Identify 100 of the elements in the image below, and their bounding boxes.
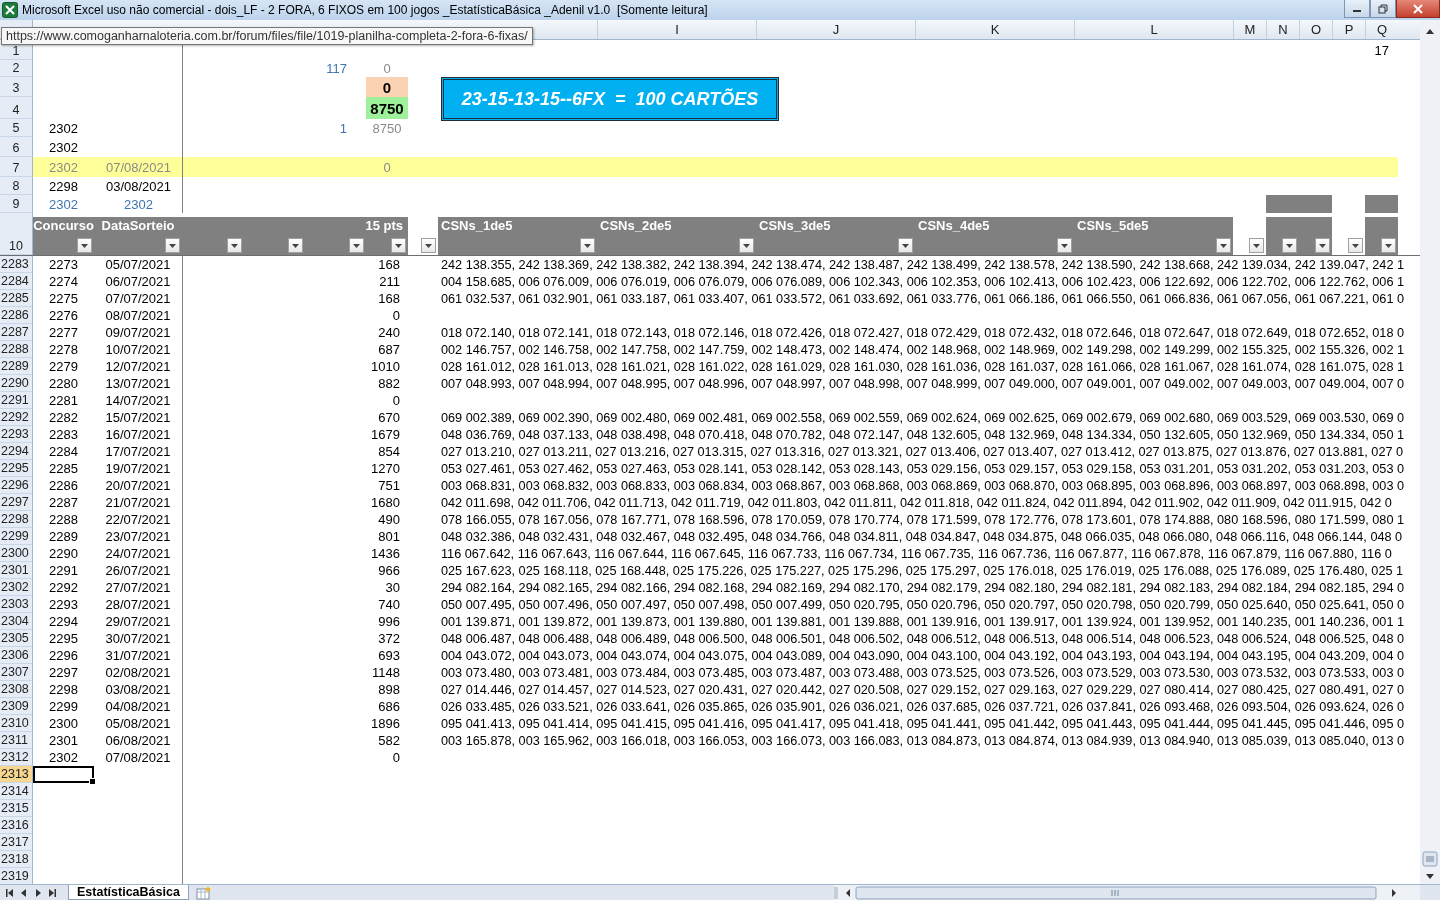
table-cell-text: 2280 (48, 375, 79, 392)
table-cell-text: 2301 (48, 732, 79, 749)
table-cell: 05/08/2021 (94, 715, 183, 732)
table-cell: 07/08/2021 (94, 749, 183, 766)
table-cell-text: 003 073.480, 003 073.481, 003 073.484, 003 073.485, 003 073.487, 003 073.488, 003 073.525, 003 073.526, 003 073.529, 003 073.530, 003 073.532, 003 073.533, 003 0 (440, 664, 1406, 681)
table-cell-text: 240 (377, 324, 401, 341)
formula-banner: 23-15-13-15--6FX = 100 CARTÕES (441, 77, 779, 121)
table-cell-text: 2297 (48, 664, 79, 681)
table-cell-text: 027 014.446, 027 014.457, 027 014.523, 027 020.431, 027 020.442, 027 020.508, 027 029.152, 027 029.163, 027 029.229, 027 080.414, 027 080.425, 027 080.491, 027 0 (440, 681, 1406, 698)
table-cell-text: 003 068.831, 003 068.832, 003 068.833, 003 068.834, 003 068.867, 003 068.868, 003 068.869, 003 068.870, 003 068.895, 003 068.896, 003 068.897, 003 068.898, 003 0 (440, 477, 1406, 494)
table-cell-text: 2302 (123, 195, 154, 213)
table-cell-text: 2302 (48, 138, 79, 157)
table-cell: 07/07/2021 (94, 290, 183, 307)
table-cell-text: 898 (377, 681, 401, 698)
table-cell-text: 2282 (48, 409, 79, 426)
table-cell: 24/07/2021 (94, 545, 183, 562)
table-cell-text: 004 043.072, 004 043.073, 004 043.074, 004 043.075, 004 043.089, 004 043.090, 004 043.100, 004 043.192, 004 043.193, 004 043.194, 004 043.195, 004 043.209, 004 0 (440, 647, 1406, 664)
table-cell-text: 018 072.140, 018 072.141, 018 072.143, 018 072.146, 018 072.426, 018 072.427, 018 072.429, 018 072.432, 018 072.646, 018 072.647, 018 072.649, 018 072.652, 018 0 (440, 324, 1406, 341)
table-cell-text: 1010 (370, 358, 401, 375)
table-cell-text: 001 139.871, 001 139.872, 001 139.873, 001 139.880, 001 139.881, 001 139.888, 001 139.916, 001 139.917, 001 139.924, 001 139.952, 001 140.235, 001 140.236, 001 1 (440, 613, 1406, 630)
table-cell-text: 2300 (48, 715, 79, 732)
header-label: Concurso (33, 218, 94, 233)
table-cell-text: 0 (391, 749, 401, 766)
table-cell-text: 003 165.878, 003 165.962, 003 166.018, 003 166.053, 003 166.073, 003 166.083, 013 084.873, 013 084.874, 013 084.939, 013 084.940, 013 085.039, 013 085.040, 013 0 (440, 732, 1406, 749)
table-cell-text: 027 013.210, 027 013.211, 027 013.216, 027 013.315, 027 013.316, 027 013.321, 027 013.406, 027 013.407, 027 013.412, 027 013.875, 027 013.876, 027 013.881, 027 0 (440, 443, 1405, 460)
table-cell: 21/07/2021 (94, 494, 183, 511)
table-cell-text: 117 (325, 60, 348, 77)
table-cell-text: 670 (377, 409, 401, 426)
table-cell-text: 242 138.355, 242 138.369, 242 138.382, 242 138.394, 242 138.474, 242 138.487, 242 138.499, 242 138.578, 242 138.590, 242 138.668, 242 139.034, 242 139.047, 242 1 (440, 256, 1406, 273)
table-cell: 29/07/2021 (94, 613, 183, 630)
table-cell-text: 2296 (48, 647, 79, 664)
header-label: CSNs_5de5 (1077, 218, 1149, 233)
table-cell: 23/07/2021 (94, 528, 183, 545)
table-cell-text: 048 032.386, 048 032.431, 048 032.467, 048 032.495, 048 034.766, 048 034.811, 048 034.847, 048 034.875, 048 066.035, 048 066.080, 048 066.116, 048 066.144, 048 0 (440, 528, 1404, 545)
table-cell: 08/07/2021 (94, 307, 183, 324)
table-cell-text: 168 (377, 290, 401, 307)
table-cell: 0 (366, 77, 408, 97)
table-cell-text: 095 041.413, 095 041.414, 095 041.415, 095 041.416, 095 041.417, 095 041.418, 095 041.441, 095 041.442, 095 041.443, 095 041.444, 095 041.445, 095 041.446, 095 0 (440, 715, 1406, 732)
table-cell: 13/07/2021 (94, 375, 183, 392)
table-cell-text: 026 033.485, 026 033.521, 026 033.641, 026 035.865, 026 035.901, 026 036.021, 026 037.685, 026 037.721, 026 037.841, 026 093.468, 026 093.504, 026 093.624, 026 0 (440, 698, 1406, 715)
table-cell-text: 048 006.487, 048 006.488, 048 006.489, 048 006.500, 048 006.501, 048 006.502, 048 006.512, 048 006.513, 048 006.514, 048 006.523, 048 006.524, 048 006.525, 048 0 (440, 630, 1406, 647)
table-cell-text: 168 (377, 256, 401, 273)
table-cell-text: 2302 (48, 158, 79, 177)
table-cell-text: 1679 (370, 426, 401, 443)
table-cell: 09/07/2021 (94, 324, 183, 341)
table-cell-text: 0 (382, 158, 392, 177)
table-cell-text: 996 (377, 613, 401, 630)
table-cell: 04/08/2021 (94, 698, 183, 715)
table-cell-text: 002 146.757, 002 146.758, 002 147.758, 002 147.759, 002 148.473, 002 148.474, 002 148.968, 002 148.969, 002 149.298, 002 149.299, 002 155.325, 002 155.326, 002 1 (440, 341, 1406, 358)
link-tooltip: https://www.comoganharnaloteria.com.br/forum/files/file/1019-planilha-completa-2-fora-6-fixas/ (1, 27, 533, 45)
table-cell: 02/08/2021 (94, 664, 183, 681)
table-cell: 15/07/2021 (94, 409, 183, 426)
table-cell-text: 053 027.461, 053 027.462, 053 027.463, 053 028.141, 053 028.142, 053 028.143, 053 029.156, 053 029.157, 053 029.158, 053 031.201, 053 031.202, 053 031.203, 053 0 (440, 460, 1406, 477)
table-cell-text: 1148 (371, 664, 401, 681)
table-cell-text: 740 (377, 596, 401, 613)
table-cell-text: 2293 (48, 596, 79, 613)
table-cell-text: 116 067.642, 116 067.643, 116 067.644, 116 067.645, 116 067.733, 116 067.734, 116 067.735, 116 067.736, 116 067.877, 116 067.878, 116 067.879, 116 067.880, 116 0 (440, 545, 1393, 562)
table-cell-text: 2284 (48, 443, 79, 460)
header-label: CSNs_3de5 (759, 218, 831, 233)
table-cell-text: 007 048.993, 007 048.994, 007 048.995, 007 048.996, 007 048.997, 007 048.998, 007 048.999, 007 049.000, 007 049.001, 007 049.002, 007 049.003, 007 049.004, 007 0 (440, 375, 1406, 392)
header-label: CSNs_4de5 (918, 218, 990, 233)
table-cell-text: 294 082.164, 294 082.165, 294 082.166, 294 082.168, 294 082.169, 294 082.170, 294 082.179, 294 082.180, 294 082.181, 294 082.183, 294 082.184, 294 082.185, 294 0 (440, 579, 1406, 596)
header-label: CSNs_1de5 (441, 218, 513, 233)
table-cell-text: 050 007.495, 050 007.496, 050 007.497, 050 007.498, 050 007.499, 050 020.795, 050 020.796, 050 020.797, 050 020.798, 050 020.799, 050 025.640, 050 025.641, 050 0 (440, 596, 1406, 613)
table-cell-text: 801 (377, 528, 401, 545)
table-cell-text: 17 (1373, 41, 1390, 60)
table-cell-text: 686 (377, 698, 401, 715)
table-cell: 05/07/2021 (94, 256, 183, 273)
table-cell-text: 2302 (48, 749, 79, 766)
table-cell-text: 372 (377, 630, 401, 647)
table-cell-text: 2275 (48, 290, 79, 307)
table-cell-text: 0 (391, 307, 401, 324)
table-cell-text: 1680 (370, 494, 401, 511)
table-cell-text: 2273 (48, 256, 79, 273)
table-cell-text: 07/08/2021 (104, 158, 173, 177)
table-cell-text: 30 (384, 579, 401, 596)
table-cell: 10/07/2021 (94, 341, 183, 358)
table-cell-text: 751 (377, 477, 401, 494)
table-cell-text: 042 011.698, 042 011.706, 042 011.713, 042 011.719, 042 011.803, 042 011.811, 042 011.818, 042 011.824, 042 011.894, 042 011.902, 042 011.909, 042 011.915, 042 0 (440, 494, 1393, 511)
table-cell-text: 048 036.769, 048 037.133, 048 038.498, 048 070.418, 048 070.782, 048 072.147, 048 132.605, 048 132.969, 048 134.334, 050 132.605, 050 132.969, 050 134.334, 050 1 (440, 426, 1406, 443)
table-cell-text: 2289 (48, 528, 79, 545)
table-cell-text: 693 (377, 647, 401, 664)
table-cell-text: 2274 (48, 273, 79, 290)
table-cell-text: 2295 (48, 630, 79, 647)
table-cell-text: 078 166.055, 078 167.056, 078 167.771, 078 168.596, 078 170.059, 078 170.774, 078 171.599, 078 172.776, 078 173.601, 078 174.888, 080 168.596, 080 171.599, 080 1 (440, 511, 1406, 528)
table-cell-text: 2298 (48, 177, 79, 195)
table-cell-text: 1270 (370, 460, 401, 477)
table-cell: 06/08/2021 (94, 732, 183, 749)
table-cell-text: 2291 (48, 562, 79, 579)
table-cell: 03/08/2021 (94, 681, 183, 698)
table-cell-text: 2277 (48, 324, 79, 341)
table-cell-text: 028 161.012, 028 161.013, 028 161.021, 028 161.022, 028 161.029, 028 161.030, 028 161.036, 028 161.037, 028 161.066, 028 161.067, 028 161.074, 028 161.075, 028 1 (440, 358, 1406, 375)
table-cell-text: 069 002.389, 069 002.390, 069 002.480, 069 002.481, 069 002.558, 069 002.559, 069 002.624, 069 002.625, 069 002.679, 069 002.680, 069 003.529, 069 003.530, 069 0 (440, 409, 1406, 426)
table-cell: 8750 (366, 97, 408, 119)
table-cell: 26/07/2021 (94, 562, 183, 579)
table-cell: 14/07/2021 (94, 392, 183, 409)
table-cell-text: 966 (377, 562, 401, 579)
table-cell-text: 582 (377, 732, 401, 749)
table-cell-text: 2287 (48, 494, 79, 511)
header-label: DataSorteio (100, 218, 176, 233)
